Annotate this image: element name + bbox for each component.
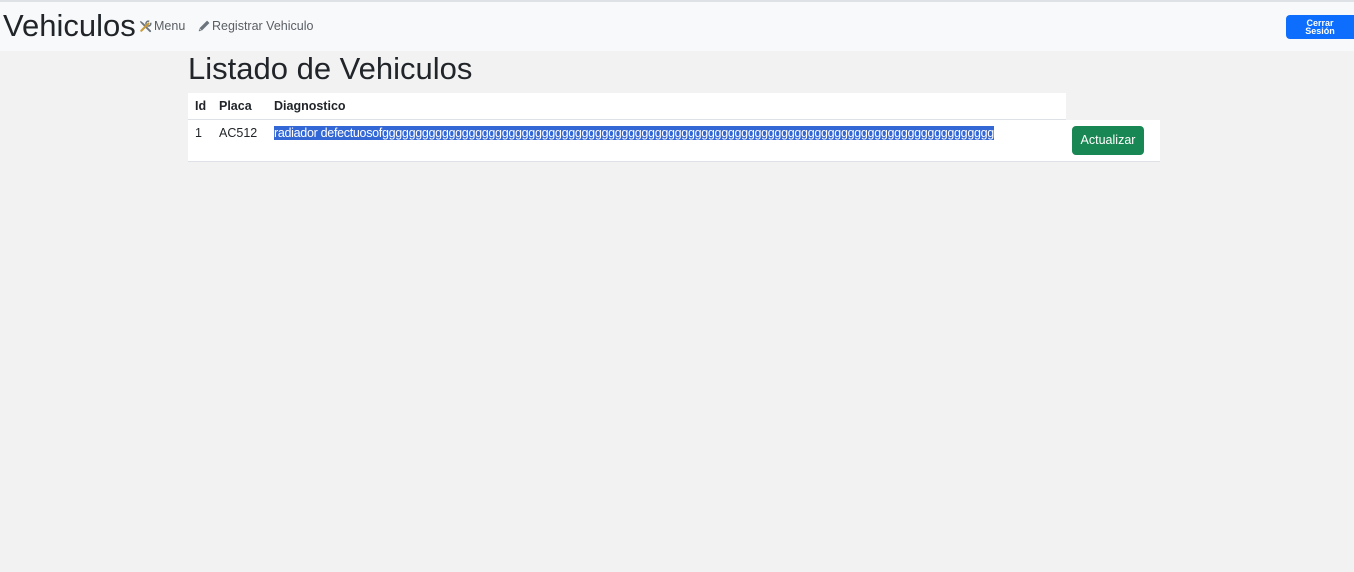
- column-header-id: Id: [195, 99, 207, 113]
- cell-placa: AC512: [219, 126, 258, 140]
- column-header-placa: Placa: [219, 99, 252, 113]
- nav-link-registrar-vehiculo[interactable]: Registrar Vehiculo: [197, 18, 313, 34]
- tools-icon: [138, 19, 154, 34]
- nav-link-menu-label: Menu: [154, 19, 186, 33]
- nav-link-registrar-label: Registrar Vehiculo: [212, 19, 314, 33]
- pencil-icon: [197, 19, 212, 33]
- nav-link-menu[interactable]: Menu: [138, 18, 185, 34]
- column-header-diagnostico: Diagnostico: [274, 99, 346, 113]
- update-button[interactable]: Actualizar: [1072, 126, 1144, 155]
- navbar-brand[interactable]: Vehiculos: [3, 8, 136, 44]
- navbar: Vehiculos Menu Registrar Vehiculo Cerrar…: [0, 2, 1354, 51]
- page-title: Listado de Vehiculos: [188, 51, 473, 86]
- logout-button[interactable]: Cerrar Sesión: [1286, 15, 1354, 39]
- cell-id: 1: [195, 126, 202, 140]
- cell-diagnostico[interactable]: radiador defectuosofgggggggggggggggggggg…: [274, 126, 994, 140]
- logout-label-line2: Sesión: [1305, 26, 1335, 36]
- vehicles-table: Id Placa Diagnostico 1 AC512 radiador de…: [188, 93, 1160, 162]
